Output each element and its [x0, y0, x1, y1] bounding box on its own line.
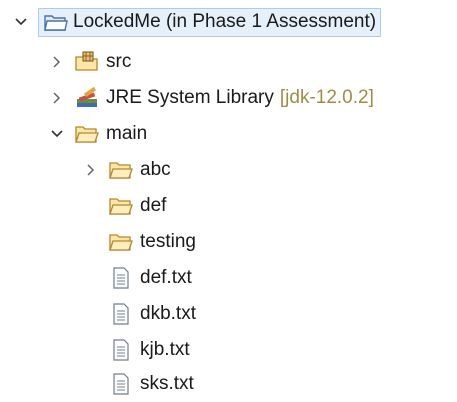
- chevron-right-icon[interactable]: [48, 53, 66, 71]
- abc-label: abc: [140, 159, 171, 180]
- chevron-right-icon[interactable]: [82, 161, 100, 179]
- text-file-icon: [108, 303, 134, 325]
- file-label: kjb.txt: [140, 339, 190, 360]
- def-label: def: [140, 195, 167, 216]
- folder-icon: [108, 195, 134, 217]
- file-label: def.txt: [140, 267, 192, 288]
- tree-item-main[interactable]: main: [48, 116, 147, 152]
- tree-item-testing[interactable]: testing: [100, 224, 196, 260]
- tree-item-jre-library[interactable]: JRE System Library [jdk-12.0.2]: [48, 80, 374, 116]
- tree-item-file[interactable]: def.txt: [100, 260, 192, 296]
- src-label: src: [106, 51, 132, 72]
- tree-item-def[interactable]: def: [100, 188, 166, 224]
- library-icon: [74, 87, 100, 109]
- project-folder-icon: [43, 11, 69, 33]
- tree-item-abc[interactable]: abc: [82, 152, 171, 188]
- tree-item-file[interactable]: dkb.txt: [100, 296, 196, 332]
- chevron-down-icon[interactable]: [12, 13, 30, 31]
- project-explorer-tree: LockedMe (in Phase 1 Assessment) src JRE…: [0, 0, 457, 402]
- jre-version-decoration: [jdk-12.0.2]: [279, 87, 374, 108]
- chevron-right-icon[interactable]: [48, 89, 66, 107]
- tree-item-project[interactable]: LockedMe (in Phase 1 Assessment): [12, 4, 382, 40]
- project-label-box[interactable]: LockedMe (in Phase 1 Assessment): [38, 7, 382, 37]
- tree-item-file[interactable]: kjb.txt: [100, 332, 190, 368]
- text-file-icon: [108, 267, 134, 289]
- testing-label: testing: [140, 231, 196, 252]
- tree-item-src[interactable]: src: [48, 44, 131, 80]
- file-label: sks.txt: [140, 373, 194, 394]
- project-label: LockedMe (in Phase 1 Assessment): [73, 10, 377, 32]
- text-file-icon: [108, 339, 134, 361]
- file-label: dkb.txt: [140, 303, 196, 324]
- package-folder-icon: [74, 51, 100, 73]
- main-label: main: [106, 123, 148, 144]
- chevron-down-icon[interactable]: [48, 125, 66, 143]
- folder-icon: [108, 159, 134, 181]
- text-file-icon: [108, 373, 134, 395]
- folder-icon: [108, 231, 134, 253]
- folder-open-icon: [74, 123, 100, 145]
- tree-item-file[interactable]: sks.txt: [100, 366, 194, 402]
- jre-label: JRE System Library: [106, 87, 274, 108]
